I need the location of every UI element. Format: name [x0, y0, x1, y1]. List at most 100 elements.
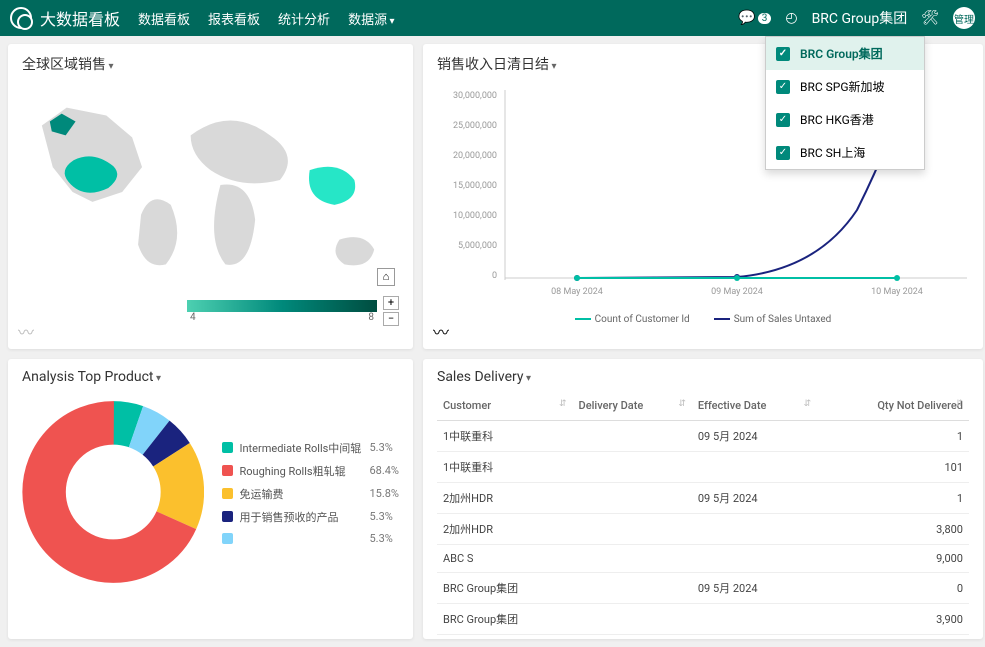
nav-stats[interactable]: 统计分析 — [278, 9, 330, 28]
cell-qty: 1 — [817, 483, 969, 514]
donut-legend-item[interactable]: 5.3% — [222, 532, 399, 545]
col-qty[interactable]: Qty Not Delivered⇵ — [817, 391, 969, 421]
sort-icon: ⇵ — [678, 399, 686, 409]
legend-pct: 68.4% — [369, 464, 399, 477]
cell-delivery — [573, 452, 692, 483]
cell-customer: ABC S — [437, 545, 573, 573]
cell-delivery — [573, 514, 692, 545]
wave-icon: 〰 — [18, 319, 34, 343]
sort-icon: ⇵ — [955, 399, 963, 409]
card-global-sales-map: 全球区域销售 ⌂ 4 8 — [8, 44, 413, 349]
cell-customer: 2加州HDR — [437, 483, 573, 514]
checkbox-icon: ✓ — [776, 47, 790, 61]
cell-delivery — [573, 573, 692, 604]
company-label: BRC Group集团 — [812, 8, 908, 28]
logo-icon — [10, 7, 32, 29]
company-option-3[interactable]: ✓ BRC SH上海 — [766, 136, 924, 169]
card-title-donut[interactable]: Analysis Top Product — [22, 369, 399, 385]
cell-effective — [692, 604, 817, 635]
legend-item-0[interactable]: Count of Customer Id — [575, 314, 690, 325]
cell-customer: 1中联重科 — [437, 421, 573, 452]
tools-button[interactable]: 🛠 — [921, 10, 939, 26]
x-tick: 10 May 2024 — [871, 287, 923, 297]
x-tick: 09 May 2024 — [711, 287, 763, 297]
zoom-out-button[interactable]: − — [383, 312, 399, 326]
cell-delivery — [573, 421, 692, 452]
messages-button[interactable]: 💬 3 — [738, 10, 771, 26]
company-option-label: BRC SH上海 — [800, 144, 865, 161]
donut-legend-item[interactable]: 免运输费 15.8% — [222, 486, 399, 502]
company-option-0[interactable]: ✓ BRC Group集团 — [766, 37, 924, 70]
cell-customer: 1中联重科 — [437, 452, 573, 483]
table-row[interactable]: BRC Group集团 3,900 — [437, 604, 969, 635]
cell-delivery — [573, 604, 692, 635]
legend-item-1[interactable]: Sum of Sales Untaxed — [714, 314, 832, 325]
cell-delivery — [573, 545, 692, 573]
card-top-product: Analysis Top Product Intermediate Rolls中… — [8, 359, 413, 639]
comment-icon: 💬 — [738, 10, 755, 26]
legend-label: Intermediate Rolls中间辊 — [239, 440, 369, 456]
table-row[interactable]: 1中联重科 09 5月 2024 1 — [437, 421, 969, 452]
nav-data-source[interactable]: 数据源 — [348, 9, 395, 28]
col-customer[interactable]: Customer⇵ — [437, 391, 573, 421]
legend-pct: 5.3% — [369, 510, 392, 523]
legend-swatch-icon — [222, 465, 233, 476]
app-title: 大数据看板 — [40, 6, 120, 30]
sort-icon: ⇵ — [559, 399, 567, 409]
table-row[interactable]: 2加州HDR 09 5月 2024 1 — [437, 483, 969, 514]
table-row[interactable]: 2加州HDR 3,800 — [437, 514, 969, 545]
legend-swatch-icon — [222, 442, 233, 453]
legend-pct: 15.8% — [369, 487, 399, 500]
legend-swatch-icon — [222, 511, 233, 522]
cell-qty: 3,900 — [817, 604, 969, 635]
nav-data-board[interactable]: 数据看板 — [138, 9, 190, 28]
nav-report-board[interactable]: 报表看板 — [208, 9, 260, 28]
user-menu[interactable]: 管理 — [953, 7, 975, 29]
cell-effective — [692, 452, 817, 483]
legend-pct: 5.3% — [369, 441, 392, 454]
table-row[interactable]: BRC Group集团 09 5月 2024 0 — [437, 573, 969, 604]
legend-swatch-icon — [222, 533, 233, 544]
col-delivery-date[interactable]: Delivery Date⇵ — [573, 391, 692, 421]
sort-icon: ⇵ — [804, 399, 812, 409]
donut-legend-item[interactable]: Intermediate Rolls中间辊 5.3% — [222, 440, 399, 456]
card-title-table[interactable]: Sales Delivery — [437, 369, 969, 385]
zoom-in-button[interactable]: + — [383, 296, 399, 310]
col-effective-date[interactable]: Effective Date⇵ — [692, 391, 817, 421]
company-option-2[interactable]: ✓ BRC HKG香港 — [766, 103, 924, 136]
gradient-bar — [187, 300, 377, 312]
company-switcher[interactable]: BRC Group集团 — [812, 8, 908, 28]
topbar: 大数据看板 数据看板 报表看板 统计分析 数据源 💬 3 ◴ BRC Group… — [0, 0, 985, 36]
donut-chart[interactable] — [22, 397, 204, 587]
checkbox-icon: ✓ — [776, 113, 790, 127]
y-tick: 20,000,000 — [453, 151, 497, 161]
legend-label: Roughing Rolls粗轧辊 — [239, 463, 369, 479]
table-row[interactable]: 1中联重科 101 — [437, 452, 969, 483]
table-row[interactable]: ABC S 9,000 — [437, 545, 969, 573]
company-option-label: BRC HKG香港 — [800, 111, 874, 128]
cell-effective — [692, 514, 817, 545]
msg-badge: 3 — [758, 13, 772, 24]
y-tick: 25,000,000 — [453, 121, 497, 131]
y-tick: 0 — [492, 271, 497, 281]
legend-pct: 5.3% — [369, 532, 392, 545]
delivery-table: Customer⇵ Delivery Date⇵ Effective Date⇵… — [437, 391, 969, 639]
cell-customer: BRC Group集团 — [437, 604, 573, 635]
card-title-map[interactable]: 全球区域销售 — [22, 54, 399, 74]
map-home-button[interactable]: ⌂ — [377, 268, 395, 286]
cell-customer: BRC Group集团 — [437, 573, 573, 604]
clock-button[interactable]: ◴ — [785, 10, 797, 26]
map-legend: 4 8 + − — [22, 296, 399, 326]
world-map[interactable]: ⌂ — [22, 80, 399, 290]
cell-qty: 0 — [817, 573, 969, 604]
y-tick: 5,000,000 — [458, 241, 497, 251]
donut-legend-item[interactable]: 用于销售预收的产品 5.3% — [222, 509, 399, 525]
legend-label: 用于销售预收的产品 — [239, 509, 369, 525]
cell-customer: 2加州HDR — [437, 514, 573, 545]
wrench-icon: 🛠 — [921, 10, 939, 26]
donut-legend-item[interactable]: Roughing Rolls粗轧辊 68.4% — [222, 463, 399, 479]
y-tick: 15,000,000 — [453, 181, 497, 191]
cell-effective — [692, 545, 817, 573]
company-option-1[interactable]: ✓ BRC SPG新加坡 — [766, 70, 924, 103]
card-sales-delivery: Sales Delivery Customer⇵ Delivery Date⇵ … — [423, 359, 983, 639]
